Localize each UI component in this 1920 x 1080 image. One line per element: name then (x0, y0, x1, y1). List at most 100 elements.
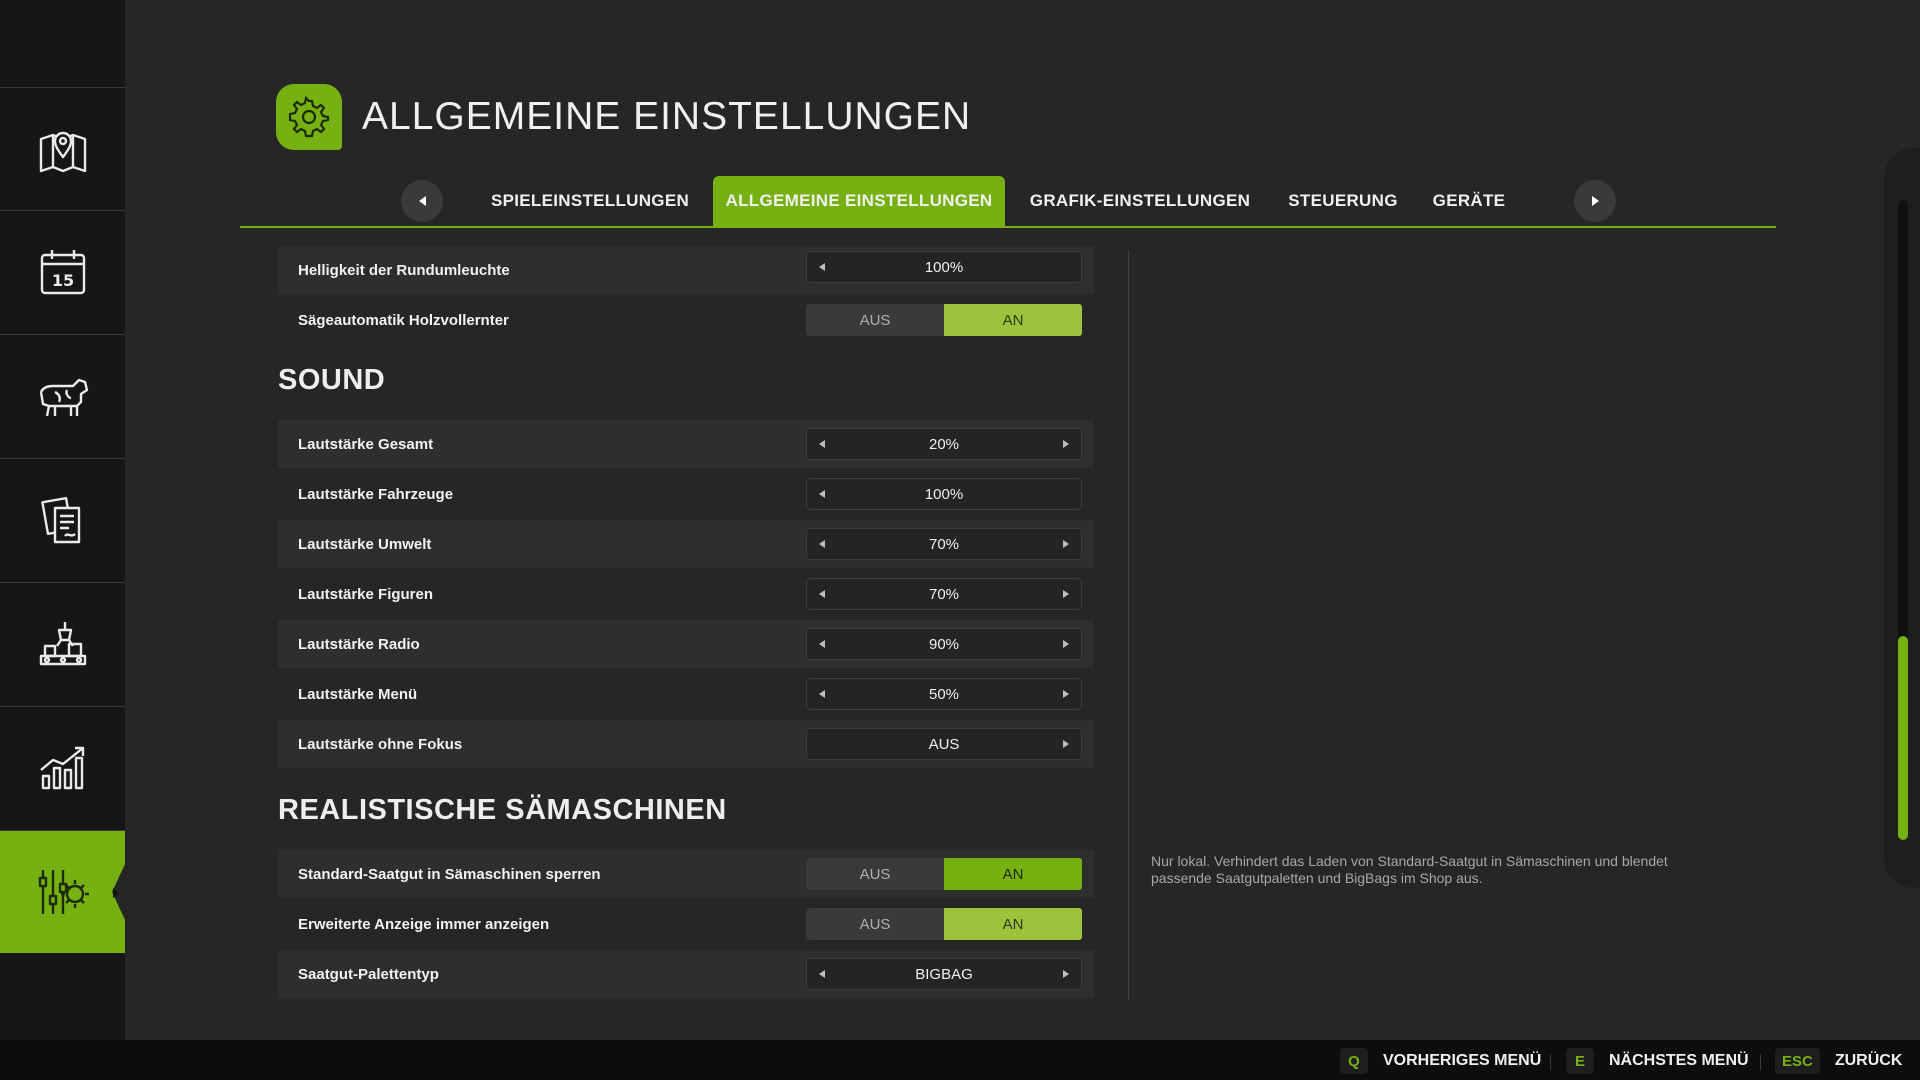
hint-label: ZURÜCK (1834, 1052, 1903, 1069)
scrollbar-thumb[interactable] (1898, 636, 1908, 840)
toggle-on-option[interactable]: AN (944, 908, 1082, 940)
sidebar-item-calendar[interactable]: 15 (0, 210, 125, 333)
volume-figures-selector[interactable]: 70% (806, 578, 1082, 610)
beacon-brightness-selector[interactable]: 100% (806, 251, 1082, 283)
setting-description: Nur lokal. Verhindert das Laden von Stan… (1151, 853, 1668, 886)
hint-separator (1550, 1054, 1551, 1070)
setting-label: Lautstärke Gesamt (298, 435, 434, 453)
hint-separator (1760, 1054, 1761, 1070)
toggle-off-option[interactable]: AUS (806, 858, 944, 890)
setting-row-volume-radio: Lautstärke Radio 90% (278, 620, 1094, 668)
tab-general-settings[interactable]: ALLGEMEINE EINSTELLUNGEN (713, 176, 1005, 226)
setting-label: Lautstärke ohne Fokus (298, 735, 463, 753)
panel-divider (1128, 250, 1129, 1000)
setting-label: Lautstärke Figuren (298, 585, 434, 603)
section-title-seeders: REALISTISCHE SÄMASCHINEN (278, 794, 727, 826)
key-badge: E (1566, 1048, 1594, 1074)
setting-row-lock-standard-seed: Standard-Saatgut in Sämaschinen sperren … (278, 850, 1094, 898)
sidebar-item-animals[interactable] (0, 334, 125, 457)
settings-sliders-icon (38, 870, 89, 914)
arrow-left-icon (819, 970, 825, 978)
arrow-right-icon (1063, 640, 1069, 648)
sidebar-item-statistics[interactable] (0, 706, 125, 829)
setting-row-beacon-brightness: Helligkeit der Rundumleuchte 100% (278, 246, 1094, 294)
arrow-right-icon (1063, 690, 1069, 698)
contracts-icon (40, 496, 80, 544)
arrow-left-icon (418, 196, 426, 206)
toggle-on-option[interactable]: AN (944, 304, 1082, 336)
toggle-on-option[interactable]: AN (944, 858, 1082, 890)
tab-game-settings[interactable]: SPIELEINSTELLUNGEN (480, 176, 700, 226)
selector-value: 90% (928, 635, 960, 653)
sidebar: 15 (0, 0, 125, 1040)
setting-row-auto-saw: Sägeautomatik Holzvollernter AUS AN (278, 296, 1094, 344)
volume-radio-selector[interactable]: 90% (806, 628, 1082, 660)
production-icon (39, 622, 86, 666)
tab-bar: SPIELEINSTELLUNGEN ALLGEMEINE EINSTELLUN… (240, 176, 1776, 228)
hint-label: NÄCHSTES MENÜ (1609, 1052, 1749, 1069)
setting-row-seed-pallet-type: Saatgut-Palettentyp BIGBAG (278, 950, 1094, 998)
selector-value: 20% (928, 435, 960, 453)
arrow-right-icon (1591, 196, 1599, 206)
cow-icon (39, 378, 88, 417)
arrow-right-icon (1063, 540, 1069, 548)
tab-devices[interactable]: GERÄTE (1419, 176, 1519, 226)
hint-next-menu[interactable]: E NÄCHSTES MENÜ (1566, 1048, 1749, 1074)
tab-controls[interactable]: STEUERUNG (1283, 176, 1403, 226)
tab-next-button[interactable] (1574, 180, 1616, 222)
setting-row-volume-environment: Lautstärke Umwelt 70% (278, 520, 1094, 568)
sidebar-item-map[interactable] (0, 87, 125, 210)
sidebar-item-production[interactable] (0, 582, 125, 705)
setting-label: Lautstärke Umwelt (298, 535, 432, 553)
volume-vehicles-selector[interactable]: 100% (806, 478, 1082, 510)
calendar-icon: 15 (40, 250, 85, 295)
selector-value: 50% (928, 685, 960, 703)
selector-value: 70% (928, 535, 960, 553)
volume-menu-selector[interactable]: 50% (806, 678, 1082, 710)
setting-label: Lautstärke Fahrzeuge (298, 485, 454, 503)
statistics-icon (39, 746, 84, 790)
arrow-right-icon (1063, 440, 1069, 448)
setting-label: Lautstärke Radio (298, 635, 420, 653)
hint-back[interactable]: ESC ZURÜCK (1775, 1048, 1902, 1074)
arrow-left-icon (819, 690, 825, 698)
map-icon (39, 131, 86, 173)
setting-row-volume-menu: Lautstärke Menü 50% (278, 670, 1094, 718)
active-indicator-arrow (113, 888, 119, 898)
arrow-left-icon (819, 440, 825, 448)
setting-row-volume-master: Lautstärke Gesamt 20% (278, 420, 1094, 468)
setting-row-volume-vehicles: Lautstärke Fahrzeuge 100% (278, 470, 1094, 518)
sidebar-item-settings[interactable] (0, 830, 125, 953)
extended-display-toggle[interactable]: AUS AN (806, 908, 1082, 940)
lock-standard-seed-toggle[interactable]: AUS AN (806, 858, 1082, 890)
selector-value: 70% (928, 585, 960, 603)
tab-prev-button[interactable] (401, 180, 443, 222)
hint-previous-menu[interactable]: Q VORHERIGES MENÜ (1340, 1048, 1541, 1074)
arrow-left-icon (819, 490, 825, 498)
arrow-left-icon (819, 640, 825, 648)
setting-row-volume-figures: Lautstärke Figuren 70% (278, 570, 1094, 618)
volume-unfocused-selector[interactable]: AUS (806, 728, 1082, 760)
page-title: ALLGEMEINE EINSTELLUNGEN (362, 95, 972, 138)
arrow-left-icon (819, 590, 825, 598)
sidebar-item-contracts[interactable] (0, 458, 125, 581)
volume-environment-selector[interactable]: 70% (806, 528, 1082, 560)
arrow-right-icon (1063, 590, 1069, 598)
key-badge: ESC (1775, 1048, 1820, 1074)
footer-hints: Q VORHERIGES MENÜ E NÄCHSTES MENÜ ESC ZU… (0, 1040, 1920, 1080)
toggle-off-option[interactable]: AUS (806, 908, 944, 940)
arrow-left-icon (819, 263, 825, 271)
setting-label: Helligkeit der Rundumleuchte (298, 261, 510, 279)
tab-graphics-settings[interactable]: GRAFIK-EINSTELLUNGEN (1025, 176, 1255, 226)
key-badge: Q (1340, 1048, 1368, 1074)
volume-master-selector[interactable]: 20% (806, 428, 1082, 460)
toggle-off-option[interactable]: AUS (806, 304, 944, 336)
selector-value: AUS (928, 735, 960, 753)
arrow-right-icon (1063, 740, 1069, 748)
svg-text:15: 15 (51, 271, 73, 290)
selector-value: 100% (924, 258, 964, 276)
seed-pallet-type-selector[interactable]: BIGBAG (806, 958, 1082, 990)
selector-value: BIGBAG (915, 965, 973, 983)
auto-saw-toggle[interactable]: AUS AN (806, 304, 1082, 336)
section-title-sound: SOUND (278, 364, 386, 396)
